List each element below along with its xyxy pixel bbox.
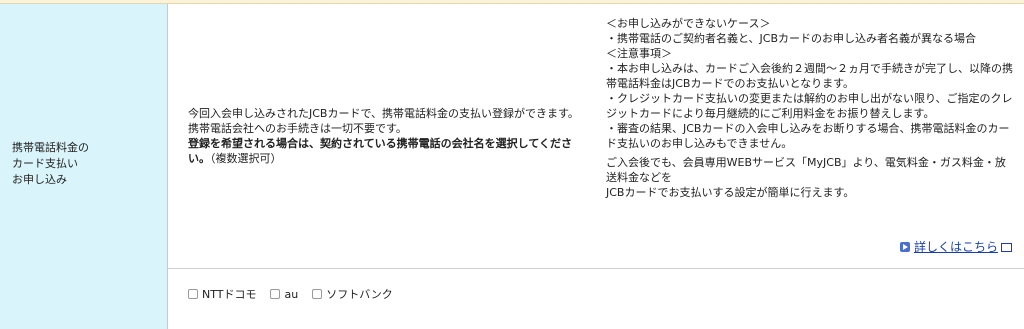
notes-extra-line: JCBカードでお支払いする設定が簡単に行えます。 [606, 186, 855, 199]
carrier-label: NTTドコモ [202, 288, 257, 301]
intro-multi-select-note: （複数選択可） [210, 152, 282, 165]
label-cell: 携帯電話料金の カード支払い お申し込み [0, 4, 168, 329]
carrier-label: au [284, 287, 299, 301]
notes-line: ＜注意事項＞ [606, 47, 672, 60]
row-divider [168, 268, 1024, 269]
details-link-label: 詳しくはこちら [913, 240, 998, 254]
notes-block: ＜お申し込みができないケース＞ ・携帯電話のご契約者名義と、JCBカードのお申し… [606, 16, 1014, 200]
external-window-icon [1001, 243, 1012, 252]
carrier-options: NTTドコモ au ソフトバンク [188, 286, 393, 302]
carrier-payment-form-row: 携帯電話料金の カード支払い お申し込み 今回入会申し込みされたJCBカードで、… [0, 0, 1024, 329]
notes-line: ・審査の結果、JCBカードの入会申し込みをお断りする場合、携帯電話料金のカード支… [606, 122, 1010, 150]
intro-instruction: 登録を希望される場合は、契約されている携帯電話の会社名を選択してください。（複数… [188, 136, 586, 166]
carrier-option-docomo[interactable]: NTTドコモ [188, 286, 256, 302]
intro-normal-text: 今回入会申し込みされたJCBカードで、携帯電話料金の支払い登録ができます。携帯電… [188, 106, 586, 136]
checkbox-au[interactable] [270, 289, 281, 299]
checkbox-docomo[interactable] [188, 289, 198, 299]
notes-line: ・クレジットカード支払いの変更または解約のお申し出がない限り、ご指定のクレジット… [606, 92, 1013, 120]
carrier-option-softbank[interactable]: ソフトバンク [312, 286, 393, 302]
arrow-right-icon [899, 241, 910, 252]
intro-text: 今回入会申し込みされたJCBカードで、携帯電話料金の支払い登録ができます。携帯電… [188, 106, 586, 166]
carrier-option-au[interactable]: au [270, 288, 298, 301]
notes-line: ・携帯電話のご契約者名義と、JCBカードのお申し込み者名義が異なる場合 [606, 32, 977, 45]
notes-line: ＜お申し込みができないケース＞ [606, 17, 771, 30]
carrier-label: ソフトバンク [326, 288, 393, 301]
details-link[interactable]: 詳しくはこちら [899, 238, 1012, 255]
intro-description: 今回入会申し込みされたJCBカードで、携帯電話料金の支払い登録ができます。携帯電… [188, 107, 579, 135]
notes-extra-line: ご入会後でも、会員専用WEBサービス「MyJCB」より、電気料金・ガス料金・放送… [606, 156, 1006, 184]
checkbox-softbank[interactable] [312, 289, 323, 299]
notes-line: ・本お申し込みは、カードご入会後約２週間〜２ヵ月で手続きが完了し、以降の携帯電話… [606, 62, 1013, 90]
row-label: 携帯電話料金の カード支払い お申し込み [12, 141, 89, 186]
